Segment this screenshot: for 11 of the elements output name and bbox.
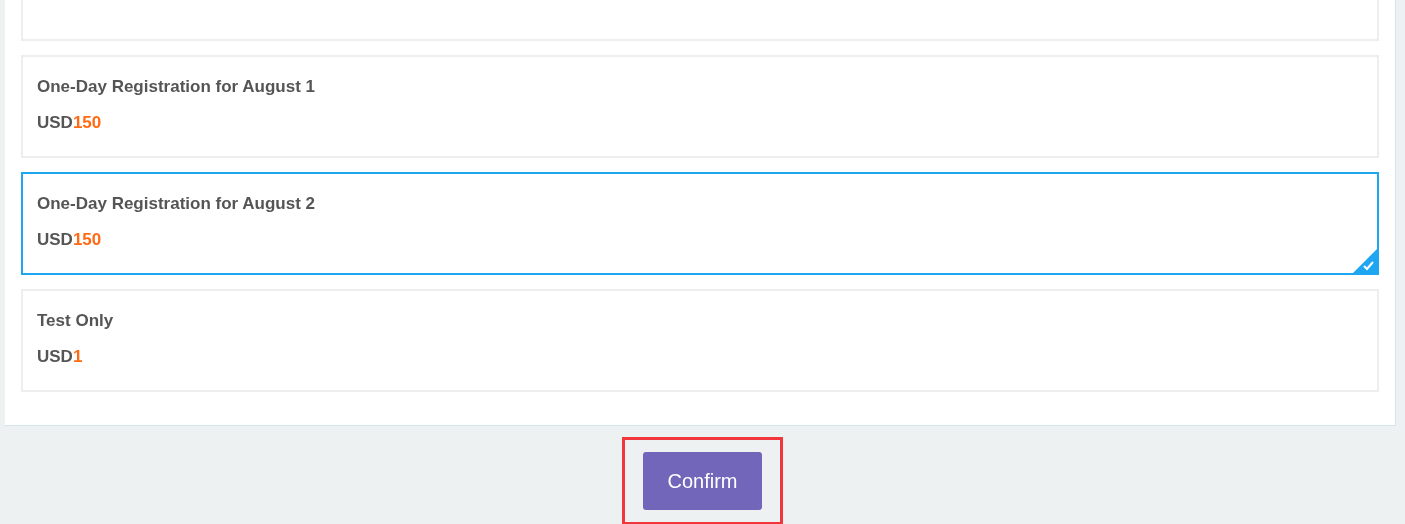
option-card[interactable]: Test Only USD1 <box>21 289 1379 392</box>
option-price: USD150 <box>37 112 102 134</box>
confirm-button[interactable]: Confirm <box>643 452 762 510</box>
option-card[interactable]: One-Day Registration for August 2 USD150 <box>21 172 1379 275</box>
option-price: USD1 <box>37 346 83 368</box>
option-title: One-Day Registration for August 2 <box>37 193 316 215</box>
option-title: Test Only <box>37 310 115 332</box>
check-icon <box>1353 249 1377 273</box>
option-card[interactable]: One-Day Registration for August 1 USD150 <box>21 55 1379 158</box>
option-title: One-Day Registration for August 1 <box>37 76 316 98</box>
option-price: USD150 <box>37 229 102 251</box>
